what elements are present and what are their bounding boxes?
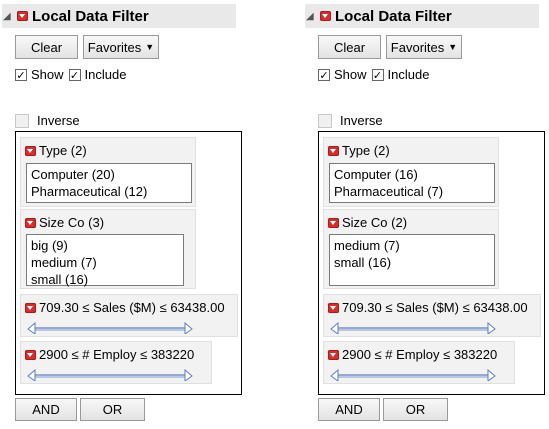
clear-button[interactable]: Clear xyxy=(15,35,78,59)
type-header-label: Type (2) xyxy=(342,143,390,158)
or-button[interactable]: OR xyxy=(80,398,145,421)
favorites-label: Favorites xyxy=(87,39,142,55)
dropdown-arrow-icon: ▼ xyxy=(448,42,458,52)
list-item[interactable]: Pharmaceutical (12) xyxy=(31,183,187,200)
inverse-label: Inverse xyxy=(37,113,80,128)
type-header-label: Type (2) xyxy=(39,143,87,158)
local-data-filter-panel-right: ◢ Local Data Filter Clear Favorites ▼ ✓ S… xyxy=(303,0,545,429)
show-include-row: ✓ Show ✓ Include xyxy=(318,67,429,82)
sales-filter: 709.30 ≤ Sales ($M) ≤ 63438.00 xyxy=(20,294,238,337)
collapse-triangle-icon[interactable]: ◢ xyxy=(306,11,316,22)
show-label: Show xyxy=(334,67,367,82)
type-listbox[interactable]: Computer (16) Pharmaceutical (7) xyxy=(329,163,495,203)
type-header: Type (2) xyxy=(25,143,87,158)
filter-header[interactable]: ◢ Local Data Filter xyxy=(2,4,236,28)
list-item[interactable]: medium (7) xyxy=(334,237,490,254)
slider-max-handle-icon xyxy=(487,322,496,334)
size-co-header: Size Co (2) xyxy=(328,215,407,230)
list-item[interactable]: medium (7) xyxy=(31,254,179,271)
or-button[interactable]: OR xyxy=(383,398,448,421)
favorites-label: Favorites xyxy=(390,39,445,55)
show-include-row: ✓ Show ✓ Include xyxy=(15,67,126,82)
employ-range-slider[interactable] xyxy=(330,369,496,381)
slider-max-handle-icon xyxy=(487,369,496,381)
show-checkbox[interactable]: ✓ xyxy=(15,68,27,82)
include-checkbox[interactable]: ✓ xyxy=(371,68,384,82)
red-menu-icon[interactable] xyxy=(328,217,339,228)
show-label: Show xyxy=(31,67,64,82)
inverse-row: Inverse xyxy=(318,113,383,128)
inverse-checkbox[interactable] xyxy=(15,113,29,128)
size-co-header: Size Co (3) xyxy=(25,215,104,230)
red-menu-icon[interactable] xyxy=(328,349,339,360)
size-co-header-label: Size Co (2) xyxy=(342,215,408,230)
red-menu-icon[interactable] xyxy=(328,145,339,156)
include-checkbox[interactable]: ✓ xyxy=(68,68,81,82)
employ-filter: 2900 ≤ # Employ ≤ 383220 xyxy=(20,341,212,384)
slider-min-handle-icon xyxy=(330,369,339,381)
list-item[interactable]: Computer (20) xyxy=(31,166,187,183)
slider-min-handle-icon xyxy=(27,322,36,334)
slider-max-handle-icon xyxy=(184,322,193,334)
inverse-checkbox[interactable] xyxy=(318,113,332,128)
employ-range-slider[interactable] xyxy=(27,369,193,381)
type-filter: Type (2) Computer (16) Pharmaceutical (7… xyxy=(323,137,499,207)
size-co-filter: Size Co (3) big (9) medium (7) small (16… xyxy=(20,209,196,289)
favorites-button[interactable]: Favorites ▼ xyxy=(83,35,159,59)
local-data-filter-panel-left: ◢ Local Data Filter Clear Favorites ▼ ✓ S… xyxy=(0,0,242,429)
inverse-row: Inverse xyxy=(15,113,80,128)
sales-range-slider[interactable] xyxy=(330,322,496,334)
dropdown-arrow-icon: ▼ xyxy=(145,42,155,52)
inverse-label: Inverse xyxy=(340,113,383,128)
size-co-header-label: Size Co (3) xyxy=(39,215,105,230)
type-filter: Type (2) Computer (20) Pharmaceutical (1… xyxy=(20,137,196,207)
show-checkbox[interactable]: ✓ xyxy=(318,68,330,82)
employ-header: 2900 ≤ # Employ ≤ 383220 xyxy=(25,347,194,362)
size-co-listbox[interactable]: medium (7) small (16) xyxy=(329,234,495,286)
sales-header: 709.30 ≤ Sales ($M) ≤ 63438.00 xyxy=(328,300,528,315)
red-menu-icon[interactable] xyxy=(25,145,36,156)
slider-max-handle-icon xyxy=(184,369,193,381)
filter-title: Local Data Filter xyxy=(335,7,452,25)
include-label: Include xyxy=(84,67,127,82)
employ-range-label: 2900 ≤ # Employ ≤ 383220 xyxy=(342,347,498,362)
filter-title: Local Data Filter xyxy=(32,7,149,25)
and-button[interactable]: AND xyxy=(15,398,77,421)
sales-filter: 709.30 ≤ Sales ($M) ≤ 63438.00 xyxy=(323,294,541,337)
size-co-listbox[interactable]: big (9) medium (7) small (16) xyxy=(26,234,184,288)
red-menu-icon[interactable] xyxy=(17,11,28,21)
list-item[interactable]: Computer (16) xyxy=(334,166,490,183)
employ-header: 2900 ≤ # Employ ≤ 383220 xyxy=(328,347,497,362)
list-item[interactable]: small (16) xyxy=(31,271,179,288)
sales-range-slider[interactable] xyxy=(27,322,193,334)
red-menu-icon[interactable] xyxy=(25,302,36,313)
include-label: Include xyxy=(387,67,430,82)
red-menu-icon[interactable] xyxy=(320,11,331,21)
slider-min-handle-icon xyxy=(27,369,36,381)
filter-header[interactable]: ◢ Local Data Filter xyxy=(305,4,539,28)
sales-range-label: 709.30 ≤ Sales ($M) ≤ 63438.00 xyxy=(39,300,225,315)
and-button[interactable]: AND xyxy=(318,398,380,421)
list-item[interactable]: small (16) xyxy=(334,254,490,271)
slider-min-handle-icon xyxy=(330,322,339,334)
red-menu-icon[interactable] xyxy=(328,302,339,313)
clear-button[interactable]: Clear xyxy=(318,35,381,59)
list-item[interactable]: big (9) xyxy=(31,237,179,254)
filter-conditions-box: Type (2) Computer (16) Pharmaceutical (7… xyxy=(318,131,545,395)
type-listbox[interactable]: Computer (20) Pharmaceutical (12) xyxy=(26,163,192,203)
employ-filter: 2900 ≤ # Employ ≤ 383220 xyxy=(323,341,515,384)
employ-range-label: 2900 ≤ # Employ ≤ 383220 xyxy=(39,347,195,362)
sales-header: 709.30 ≤ Sales ($M) ≤ 63438.00 xyxy=(25,300,225,315)
red-menu-icon[interactable] xyxy=(25,349,36,360)
type-header: Type (2) xyxy=(328,143,390,158)
collapse-triangle-icon[interactable]: ◢ xyxy=(3,11,13,22)
red-menu-icon[interactable] xyxy=(25,217,36,228)
sales-range-label: 709.30 ≤ Sales ($M) ≤ 63438.00 xyxy=(342,300,528,315)
filter-conditions-box: Type (2) Computer (20) Pharmaceutical (1… xyxy=(15,131,242,395)
size-co-filter: Size Co (2) medium (7) small (16) xyxy=(323,209,499,289)
list-item[interactable]: Pharmaceutical (7) xyxy=(334,183,490,200)
favorites-button[interactable]: Favorites ▼ xyxy=(386,35,462,59)
